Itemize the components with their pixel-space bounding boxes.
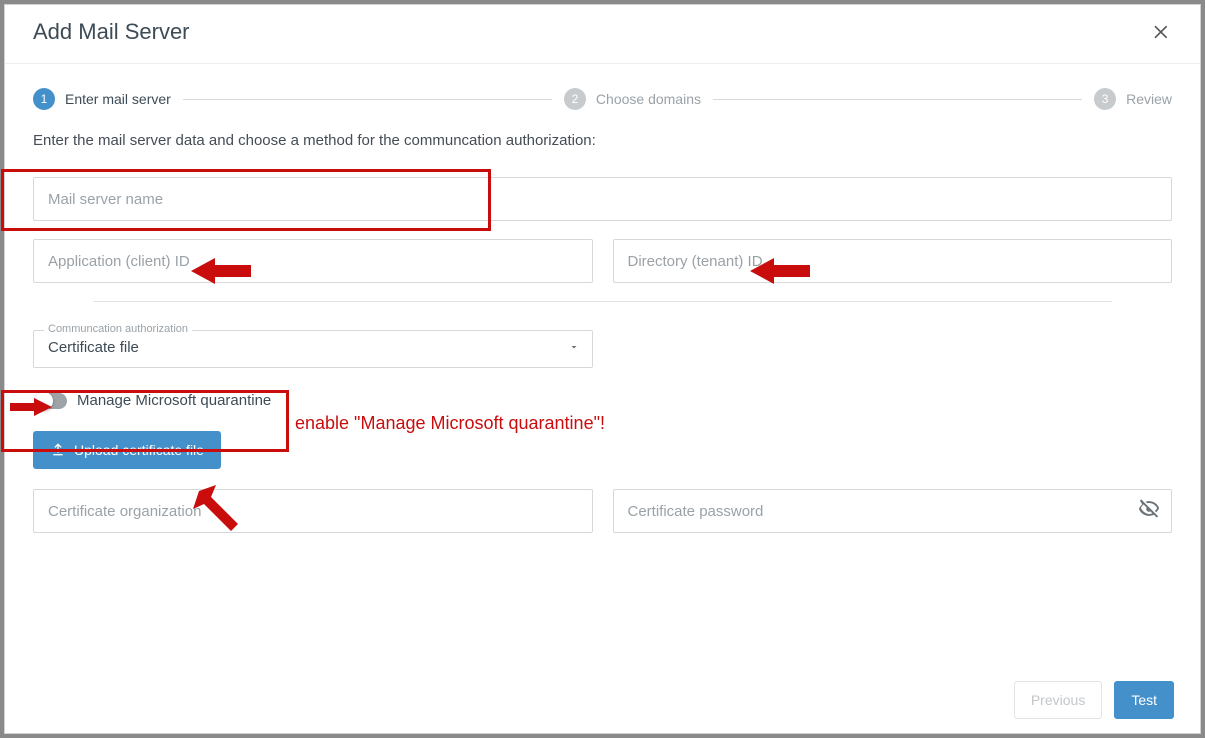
intro-text: Enter the mail server data and choose a … — [33, 132, 1172, 149]
manage-quarantine-label: Manage Microsoft quarantine — [77, 392, 271, 409]
test-button[interactable]: Test — [1114, 681, 1174, 719]
previous-button[interactable]: Previous — [1014, 681, 1102, 719]
stepper-line-1 — [183, 99, 552, 100]
step-1-label: Enter mail server — [65, 91, 171, 107]
certificate-organization-input[interactable] — [33, 489, 593, 533]
dialog-content: 1 Enter mail server 2 Choose domains 3 R… — [5, 64, 1200, 533]
step-3: 3 Review — [1094, 88, 1172, 110]
communication-authorization-select[interactable]: Communcation authorization Certificate f… — [33, 330, 593, 368]
upload-button-label: Upload certificate file — [74, 442, 204, 458]
directory-tenant-id-input[interactable] — [613, 239, 1173, 283]
upload-icon — [50, 442, 66, 458]
step-1-number: 1 — [33, 88, 55, 110]
select-value: Certificate file — [48, 339, 139, 356]
certificate-password-input[interactable] — [613, 489, 1173, 533]
chevron-down-icon — [568, 340, 580, 358]
dialog-footer: Previous Test — [1014, 681, 1174, 719]
mail-server-name-input[interactable] — [33, 177, 1172, 221]
select-legend: Communcation authorization — [44, 323, 192, 335]
step-2-number: 2 — [564, 88, 586, 110]
step-3-label: Review — [1126, 91, 1172, 107]
step-3-number: 3 — [1094, 88, 1116, 110]
eye-off-icon — [1138, 498, 1160, 520]
application-client-id-input[interactable] — [33, 239, 593, 283]
dialog-window: Add Mail Server 1 Enter mail server 2 Ch… — [4, 4, 1201, 734]
stepper: 1 Enter mail server 2 Choose domains 3 R… — [33, 88, 1172, 110]
toggle-password-visibility[interactable] — [1138, 498, 1160, 525]
section-divider — [93, 301, 1112, 302]
step-2: 2 Choose domains — [564, 88, 701, 110]
dialog-title: Add Mail Server — [33, 19, 190, 45]
stepper-line-2 — [713, 99, 1082, 100]
upload-certificate-button[interactable]: Upload certificate file — [33, 431, 221, 469]
close-button[interactable] — [1152, 22, 1172, 42]
manage-quarantine-toggle[interactable] — [37, 393, 67, 409]
toggle-knob — [35, 392, 53, 410]
step-1: 1 Enter mail server — [33, 88, 171, 110]
previous-button-label: Previous — [1031, 692, 1085, 708]
test-button-label: Test — [1131, 692, 1157, 708]
close-icon — [1152, 22, 1172, 42]
step-2-label: Choose domains — [596, 91, 701, 107]
titlebar: Add Mail Server — [5, 5, 1200, 64]
